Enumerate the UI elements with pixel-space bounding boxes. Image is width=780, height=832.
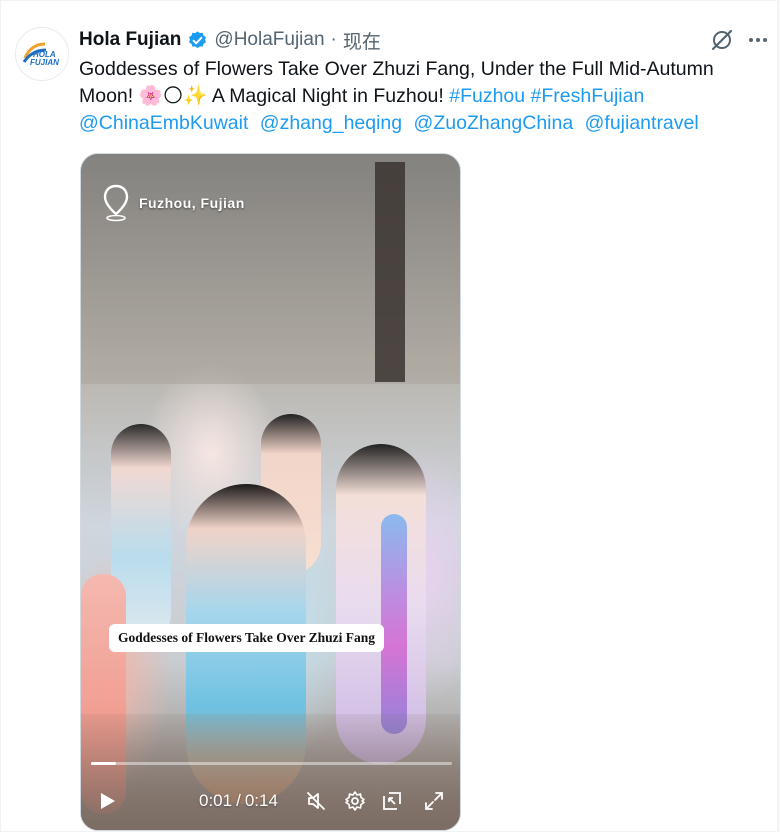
picture-in-picture-button[interactable] xyxy=(379,784,405,818)
time-total: 0:14 xyxy=(244,791,278,810)
location-label: Fuzhou, Fujian xyxy=(139,195,245,211)
fullscreen-button[interactable] xyxy=(421,784,447,818)
tweet-text: Goddesses of Flowers Take Over Zhuzi Fan… xyxy=(79,56,769,137)
grok-button[interactable] xyxy=(709,27,735,53)
avatar[interactable]: HOLA FUJIAN xyxy=(15,27,69,81)
settings-button[interactable] xyxy=(342,784,368,818)
play-button[interactable] xyxy=(93,784,121,818)
mute-icon xyxy=(307,792,325,810)
separator-dot: · xyxy=(330,29,337,50)
location-pin-icon xyxy=(103,184,129,222)
mention-zhang-heqing[interactable]: @zhang_heqing xyxy=(260,112,402,134)
tweet-card[interactable]: HOLA FUJIAN Hola Fujian @HolaFujian · 现在… xyxy=(0,0,778,832)
video-frame-door xyxy=(375,162,405,382)
hashtag-fuzhou[interactable]: #Fuzhou xyxy=(449,85,525,107)
tweet-text-line2: Moon! 🌸🌕✨ A Magical Night in Fuzhou! xyxy=(79,85,444,107)
more-button[interactable] xyxy=(745,27,771,53)
video-caption: Goddesses of Flowers Take Over Zhuzi Fan… xyxy=(109,624,385,652)
tweet-header: Hola Fujian @HolaFujian · 现在 xyxy=(79,27,381,53)
video-location-tag: Fuzhou, Fujian xyxy=(101,184,245,222)
mute-button[interactable] xyxy=(303,784,329,818)
mention-fujiantravel[interactable]: @fujiantravel xyxy=(585,112,699,134)
video-progress-fill xyxy=(91,762,117,765)
tweet-text-line1: Goddesses of Flowers Take Over Zhuzi Fan… xyxy=(79,58,714,80)
video-frame-flowers xyxy=(381,514,407,734)
video-time: 0:01 / 0:14 xyxy=(199,784,278,818)
display-name[interactable]: Hola Fujian xyxy=(79,29,181,51)
hola-fujian-logo-icon: HOLA FUJIAN xyxy=(16,28,68,80)
mention-chinaembkuwait[interactable]: @ChinaEmbKuwait xyxy=(79,112,248,134)
grok-icon xyxy=(711,29,733,51)
video-player[interactable]: Fuzhou, Fujian Goddesses of Flowers Take… xyxy=(80,153,461,831)
play-icon xyxy=(101,793,115,809)
verified-badge-icon xyxy=(189,30,207,48)
svg-text:FUJIAN: FUJIAN xyxy=(30,58,59,67)
fullscreen-icon xyxy=(425,792,443,810)
time-current: 0:01 xyxy=(199,791,233,810)
handle[interactable]: @HolaFujian xyxy=(214,29,324,51)
hashtag-freshfujian[interactable]: #FreshFujian xyxy=(531,85,645,107)
time-separator: / xyxy=(236,791,241,810)
video-progress-bar[interactable] xyxy=(91,762,452,765)
timestamp[interactable]: 现在 xyxy=(343,27,381,54)
mention-zuozhangchina[interactable]: @ZuoZhangChina xyxy=(414,112,574,134)
picture-in-picture-icon xyxy=(383,792,401,810)
more-icon xyxy=(749,38,753,42)
video-controls: 0:01 / 0:14 xyxy=(81,784,460,818)
settings-icon xyxy=(345,791,365,811)
